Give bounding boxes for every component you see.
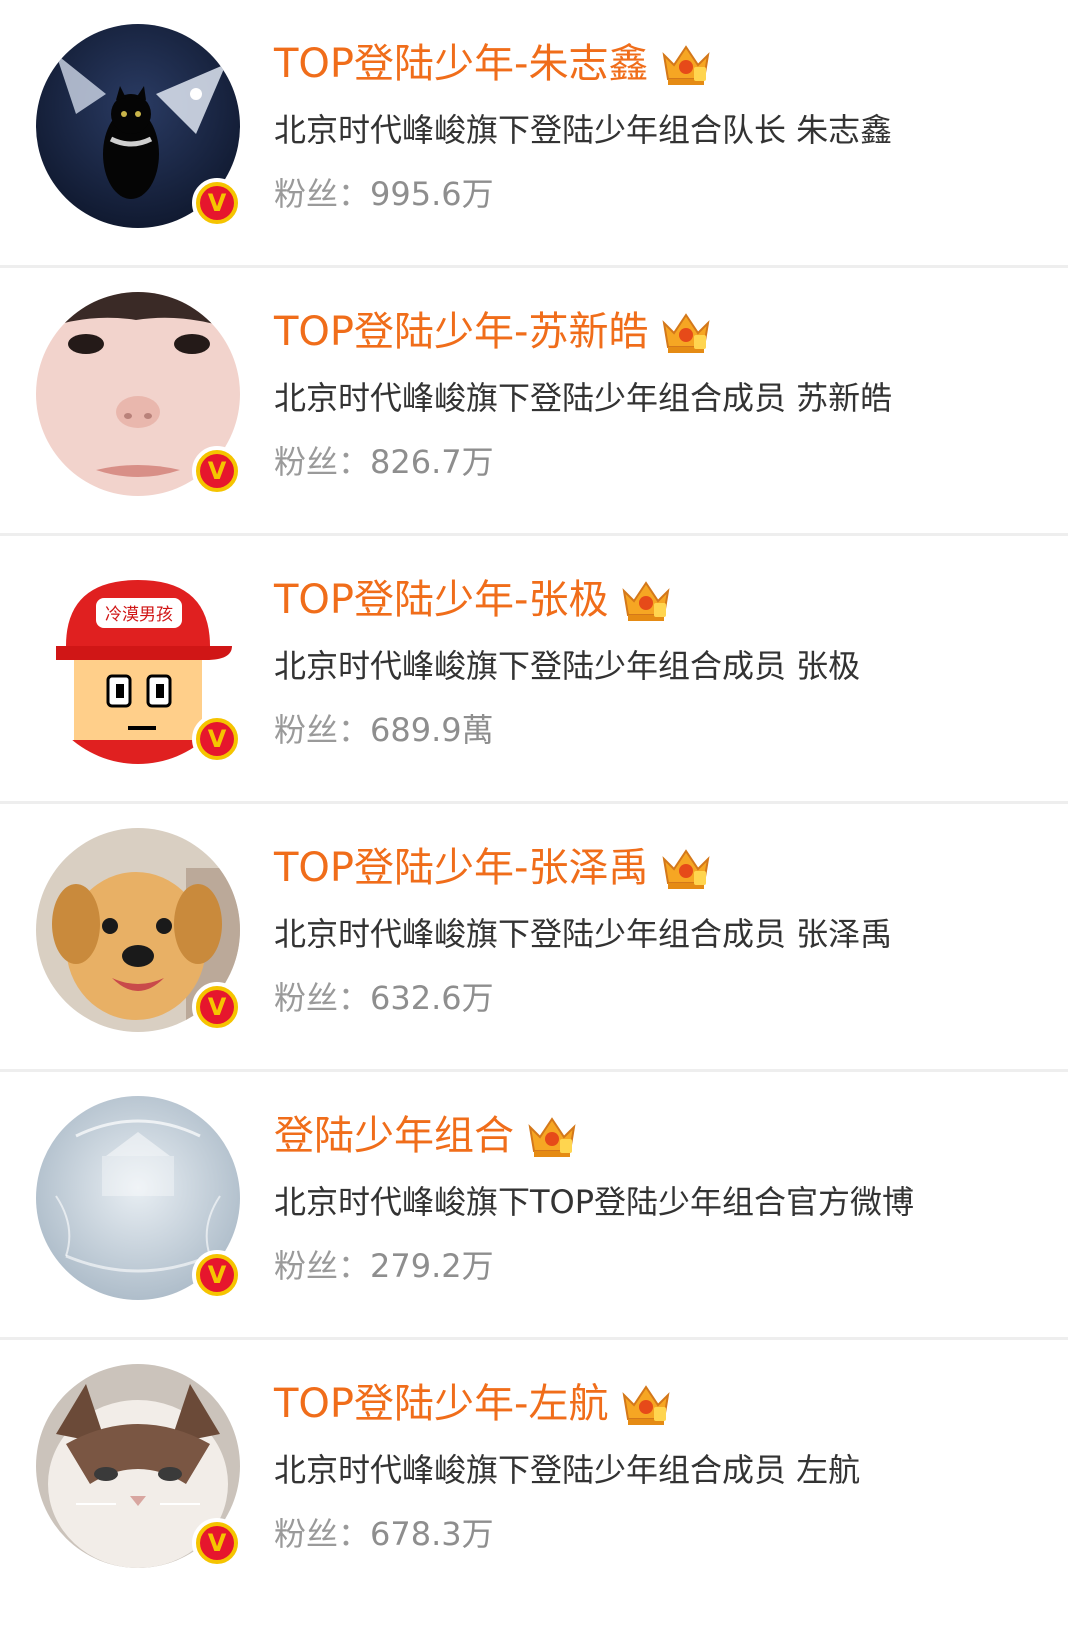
fans-value: 689.9萬: [370, 711, 494, 749]
verified-v-icon: V: [200, 1526, 234, 1560]
verified-badge: V: [192, 178, 242, 228]
account-info: TOP登陆少年-张极 北京时代峰峻旗下登陆少年组合成员 张极 粉丝：689.9萬: [274, 570, 1048, 754]
fans-count: 粉丝：632.6万: [274, 974, 1048, 1022]
fans-value: 826.7万: [370, 443, 494, 481]
crown-icon[interactable]: [526, 1113, 578, 1159]
account-info: TOP登陆少年-张泽禹 北京时代峰峻旗下登陆少年组合成员 张泽禹 粉丝：632.…: [274, 838, 1048, 1022]
fans-count: 粉丝：689.9萬: [274, 706, 1048, 754]
account-description: 北京时代峰峻旗下登陆少年组合成员 左航: [274, 1451, 861, 1489]
verified-v-icon: V: [200, 454, 234, 488]
crown-icon[interactable]: [660, 845, 712, 891]
account-description: 北京时代峰峻旗下登陆少年组合成员 张极: [274, 647, 861, 685]
account-info: TOP登陆少年-朱志鑫 北京时代峰峻旗下登陆少年组合队长 朱志鑫 粉丝：995.…: [274, 34, 1048, 218]
verified-badge: V: [192, 1250, 242, 1300]
account-list: V TOP登陆少年-朱志鑫 北京时代峰峻旗下登陆少年组合队长 朱志鑫 粉丝：99…: [0, 0, 1068, 1640]
account-description: 北京时代峰峻旗下TOP登陆少年组合官方微博: [274, 1183, 915, 1221]
fans-count: 粉丝：279.2万: [274, 1242, 1048, 1290]
account-description: 北京时代峰峻旗下登陆少年组合成员 苏新皓: [274, 379, 893, 417]
account-row[interactable]: V 登陆少年组合 北京时代峰峻旗下TOP登陆少年组合官方微博 粉丝：279.2万: [0, 1072, 1068, 1340]
fans-value: 632.6万: [370, 979, 494, 1017]
fans-label: 粉丝：: [274, 1247, 371, 1285]
account-row[interactable]: 冷漠男孩 V TOP登陆少年-张极 北京时代峰峻旗下登陆少年组合成员 张极 粉丝…: [0, 536, 1068, 804]
crown-icon[interactable]: [620, 577, 672, 623]
account-row[interactable]: V TOP登陆少年-苏新皓 北京时代峰峻旗下登陆少年组合成员 苏新皓 粉丝：82…: [0, 268, 1068, 536]
account-description: 北京时代峰峻旗下登陆少年组合队长 朱志鑫: [274, 111, 893, 149]
crown-icon[interactable]: [660, 41, 712, 87]
account-name[interactable]: 登陆少年组合: [274, 1106, 514, 1166]
fans-label: 粉丝：: [274, 711, 371, 749]
account-name[interactable]: TOP登陆少年-张泽禹: [274, 838, 648, 898]
verified-v-icon: V: [200, 1258, 234, 1292]
fans-label: 粉丝：: [274, 1515, 371, 1553]
verified-badge: V: [192, 1518, 242, 1568]
account-name[interactable]: TOP登陆少年-左航: [274, 1374, 608, 1434]
fans-value: 279.2万: [370, 1247, 494, 1285]
account-info: TOP登陆少年-左航 北京时代峰峻旗下登陆少年组合成员 左航 粉丝：678.3万: [274, 1374, 1048, 1558]
account-row[interactable]: V TOP登陆少年-朱志鑫 北京时代峰峻旗下登陆少年组合队长 朱志鑫 粉丝：99…: [0, 0, 1068, 268]
account-info: TOP登陆少年-苏新皓 北京时代峰峻旗下登陆少年组合成员 苏新皓 粉丝：826.…: [274, 302, 1048, 486]
cap-text: 冷漠男孩: [105, 605, 173, 625]
crown-icon[interactable]: [620, 1381, 672, 1427]
verified-badge: V: [192, 982, 242, 1032]
fans-count: 粉丝：995.6万: [274, 170, 1048, 218]
account-name[interactable]: TOP登陆少年-朱志鑫: [274, 34, 648, 94]
fans-value: 678.3万: [370, 1515, 494, 1553]
fans-value: 995.6万: [370, 175, 494, 213]
account-row[interactable]: V TOP登陆少年-张泽禹 北京时代峰峻旗下登陆少年组合成员 张泽禹 粉丝：63…: [0, 804, 1068, 1072]
account-name[interactable]: TOP登陆少年-张极: [274, 570, 608, 630]
verified-v-icon: V: [200, 186, 234, 220]
account-row[interactable]: V TOP登陆少年-左航 北京时代峰峻旗下登陆少年组合成员 左航 粉丝：678.…: [0, 1340, 1068, 1640]
fans-count: 粉丝：826.7万: [274, 438, 1048, 486]
fans-count: 粉丝：678.3万: [274, 1510, 1048, 1558]
verified-badge: V: [192, 446, 242, 496]
fans-label: 粉丝：: [274, 175, 371, 213]
account-name[interactable]: TOP登陆少年-苏新皓: [274, 302, 648, 362]
crown-icon[interactable]: [660, 309, 712, 355]
verified-badge: V: [192, 714, 242, 764]
fans-label: 粉丝：: [274, 443, 371, 481]
verified-v-icon: V: [200, 722, 234, 756]
fans-label: 粉丝：: [274, 979, 371, 1017]
account-description: 北京时代峰峻旗下登陆少年组合成员 张泽禹: [274, 915, 893, 953]
account-info: 登陆少年组合 北京时代峰峻旗下TOP登陆少年组合官方微博 粉丝：279.2万: [274, 1106, 1048, 1290]
verified-v-icon: V: [200, 990, 234, 1024]
